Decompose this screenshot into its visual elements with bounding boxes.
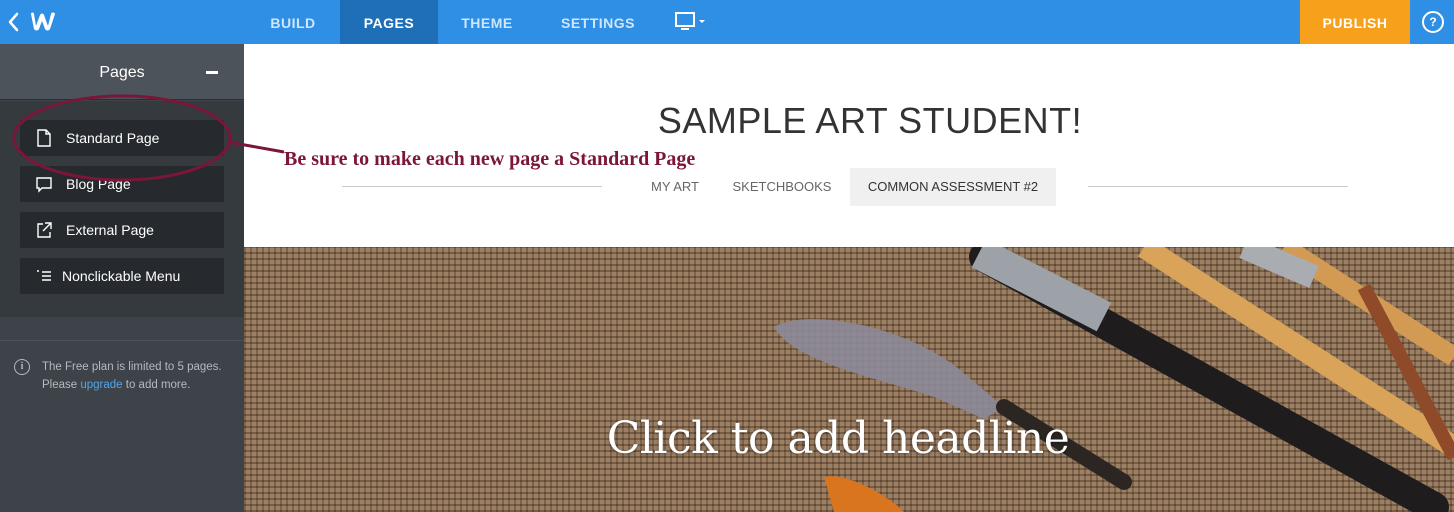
note-text-end: to add more. (122, 379, 191, 391)
weebly-logo-icon[interactable] (28, 6, 58, 36)
plan-limit-note: The Free plan is limited to 5 pages. Ple… (42, 358, 232, 394)
device-preview-dropdown[interactable] (672, 10, 712, 34)
page-type-label: External Page (66, 222, 154, 238)
nav-item-my-art[interactable]: MY ART (640, 168, 710, 206)
site-title[interactable]: SAMPLE ART STUDENT! (560, 100, 1180, 142)
collapse-icon[interactable] (206, 71, 218, 74)
nav-divider-left (342, 186, 602, 187)
pages-sidebar: Pages Standard Page Blog Page External P… (0, 44, 244, 512)
external-link-icon (36, 221, 52, 239)
sidebar-divider (0, 340, 244, 341)
blog-page-button[interactable]: Blog Page (20, 166, 224, 202)
external-page-button[interactable]: External Page (20, 212, 224, 248)
page-type-label: Standard Page (66, 130, 160, 146)
page-type-list: Standard Page Blog Page External Page No… (0, 101, 244, 317)
nav-item-sketchbooks[interactable]: SKETCHBOOKS (724, 168, 840, 206)
tab-pages[interactable]: PAGES (340, 0, 438, 44)
tab-build[interactable]: BUILD (258, 0, 328, 44)
upgrade-link[interactable]: upgrade (80, 379, 122, 391)
help-icon[interactable]: ? (1422, 11, 1444, 33)
document-icon (36, 129, 52, 147)
top-toolbar: BUILD PAGES THEME SETTINGS PUBLISH ? (0, 0, 1454, 44)
hero-banner[interactable]: Click to add headline (244, 247, 1454, 512)
comment-icon (36, 175, 52, 193)
sidebar-header: Pages (0, 44, 244, 100)
tab-settings[interactable]: SETTINGS (548, 0, 648, 44)
nav-item-common-assessment[interactable]: COMMON ASSESSMENT #2 (850, 168, 1056, 206)
tab-theme[interactable]: THEME (450, 0, 524, 44)
page-type-label: Blog Page (66, 176, 131, 192)
menu-list-icon (36, 267, 52, 285)
back-arrow-icon[interactable] (6, 10, 22, 34)
standard-page-button[interactable]: Standard Page (20, 120, 224, 156)
paintbrush-image (774, 247, 1454, 512)
hero-headline[interactable]: Click to add headline (588, 413, 1088, 464)
monitor-icon (675, 12, 705, 30)
nonclickable-menu-button[interactable]: Nonclickable Menu (20, 258, 224, 294)
page-type-label: Nonclickable Menu (62, 268, 181, 284)
nav-divider-right (1088, 186, 1348, 187)
annotation-text: Be sure to make each new page a Standard… (284, 148, 696, 170)
publish-button[interactable]: PUBLISH (1300, 0, 1410, 44)
info-icon: i (14, 359, 30, 375)
